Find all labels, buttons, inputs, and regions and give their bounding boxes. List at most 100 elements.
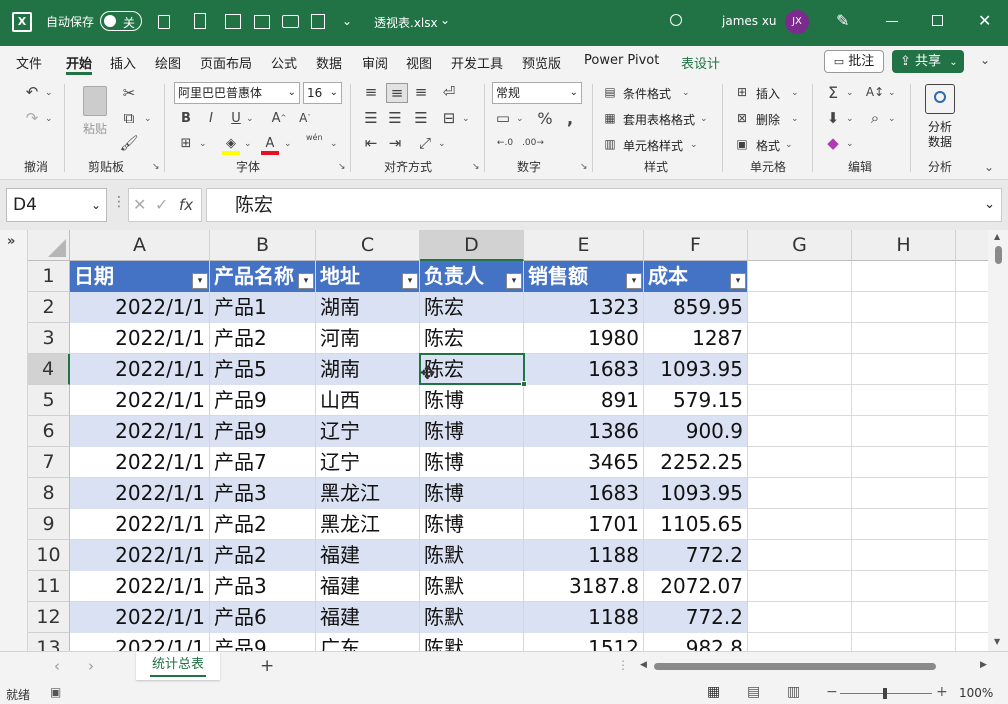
close-button[interactable]: ✕ [978,11,991,30]
table-cell[interactable]: 2022/1/1 [70,292,210,323]
row-header[interactable]: 3 [28,323,70,354]
table-icon[interactable] [254,15,270,29]
empty-cell[interactable] [748,509,852,540]
increase-indent-icon[interactable]: ⇥ [386,134,404,152]
align-center-icon[interactable]: ☰ [386,109,404,127]
scroll-down-icon[interactable]: ▼ [994,637,1000,646]
table-cell[interactable]: 产品5 [210,354,316,385]
table-cell[interactable]: 陈默 [420,633,524,651]
table-cell[interactable]: 982.8 [644,633,748,651]
table-cell[interactable]: 陈博 [420,447,524,478]
save-as-icon[interactable] [311,14,325,29]
empty-cell[interactable] [852,323,956,354]
analyze-data-label-2[interactable]: 数据 [928,133,952,150]
confirm-entry-icon[interactable]: ✓ [155,195,168,214]
delete-cells-button[interactable]: 删除 [756,111,780,128]
cell-style-dropdown-icon[interactable]: ⌄ [690,140,698,150]
maximize-button[interactable] [932,15,943,26]
decrease-font-size-icon[interactable]: Aˇ [296,109,314,127]
find-icon[interactable]: ⌕ [866,109,884,127]
empty-cell[interactable] [852,261,956,292]
percent-icon[interactable]: % [536,109,554,128]
tab-table-design[interactable]: 表设计 [681,53,720,72]
table-cell[interactable]: 2022/1/1 [70,323,210,354]
column-header-b[interactable]: B [210,230,316,261]
empty-cell[interactable] [748,261,852,292]
empty-cell[interactable] [748,416,852,447]
tab-data[interactable]: 数据 [316,53,342,72]
clipboard-launcher-icon[interactable]: ↘ [152,162,160,172]
font-size-select[interactable]: 16 ⌄ [303,82,342,104]
column-header-h[interactable]: H [852,230,956,261]
pen-icon[interactable]: ✎ [836,11,849,30]
filter-dropdown-icon[interactable]: ▾ [402,273,418,289]
tab-power-pivot[interactable]: Power Pivot [584,53,659,68]
undo-dropdown-icon[interactable]: ⌄ [45,88,53,98]
table-cell[interactable]: 1323 [524,292,644,323]
tab-insert[interactable]: 插入 [110,53,136,72]
table-cell[interactable]: 1188 [524,540,644,571]
table-cell[interactable]: 2252.25 [644,447,748,478]
comment-button[interactable]: ▭ 批注 [824,50,884,73]
cell-style-button[interactable]: 单元格样式 [623,137,683,154]
table-cell[interactable]: 2022/1/1 [70,447,210,478]
table-cell[interactable]: 广东 [316,633,420,651]
table-cell[interactable]: 2022/1/1 [70,633,210,651]
normal-view-icon[interactable]: ▦ [707,684,720,700]
tab-home[interactable]: 开始 [66,53,92,72]
table-cell[interactable]: 产品2 [210,323,316,354]
merge-center-icon[interactable]: ⊟ [440,109,458,127]
save-icon[interactable] [158,15,170,29]
column-header-g[interactable]: G [748,230,852,261]
zoom-level[interactable]: 100% [959,686,993,700]
conditional-format-icon[interactable]: ▤ [602,84,618,100]
tab-file[interactable]: 文件 [16,53,42,72]
conditional-format-button[interactable]: 条件格式 [623,85,671,102]
orientation-dropdown-icon[interactable]: ⌄ [438,139,446,149]
table-cell[interactable]: 陈博 [420,385,524,416]
tab-formulas[interactable]: 公式 [271,53,297,72]
file-name[interactable]: 透视表.xlsx [374,14,438,31]
row-header[interactable]: 12 [28,602,70,633]
customize-qat-icon[interactable]: ⌄ [342,14,352,28]
table-cell[interactable]: 1105.65 [644,509,748,540]
tab-review[interactable]: 审阅 [362,53,388,72]
table-cell[interactable]: 2072.07 [644,571,748,602]
cancel-entry-icon[interactable]: ✕ [133,195,146,214]
redo-dropdown-icon[interactable]: ⌄ [45,114,53,124]
next-sheet-icon[interactable]: › [88,657,94,675]
table-cell[interactable]: 1386 [524,416,644,447]
empty-cell[interactable] [852,633,956,651]
empty-cell[interactable] [748,385,852,416]
empty-cell[interactable] [852,540,956,571]
sort-filter-icon[interactable]: A↕ [864,83,886,101]
table-cell[interactable]: 产品6 [210,602,316,633]
cell-style-icon[interactable]: ▥ [602,136,618,152]
filter-dropdown-icon[interactable]: ▾ [506,273,522,289]
ribbon-options-chevron-icon[interactable]: ⌄ [984,160,994,174]
vertical-scrollbar[interactable]: ▲ ▼ [988,230,1008,651]
fill-color-dropdown-icon[interactable]: ⌄ [244,139,252,149]
table-cell[interactable]: 陈博 [420,509,524,540]
borders-dropdown-icon[interactable]: ⌄ [199,139,207,149]
phonetic-dropdown-icon[interactable]: ⌄ [330,139,338,149]
empty-cell[interactable] [748,478,852,509]
table-cell[interactable]: 1188 [524,602,644,633]
find-dropdown-icon[interactable]: ⌄ [888,114,896,124]
fill-icon[interactable]: ⬇ [824,109,842,127]
table-cell[interactable]: 辽宁 [316,447,420,478]
empty-cell[interactable] [852,385,956,416]
table-cell[interactable]: 黑龙江 [316,509,420,540]
page-layout-view-icon[interactable]: ▤ [747,684,760,700]
table-cell[interactable]: 2022/1/1 [70,385,210,416]
table-cell[interactable]: 陈默 [420,540,524,571]
table-cell[interactable]: 山西 [316,385,420,416]
align-top-icon[interactable]: ≡ [362,83,380,101]
empty-cell[interactable] [748,602,852,633]
zoom-in-button[interactable]: + [936,684,948,700]
table-cell[interactable]: 900.9 [644,416,748,447]
table-cell[interactable]: 产品2 [210,540,316,571]
table-cell[interactable]: 陈宏 [420,292,524,323]
borders-icon[interactable]: ⊞ [178,134,194,152]
table-cell[interactable]: 3465 [524,447,644,478]
